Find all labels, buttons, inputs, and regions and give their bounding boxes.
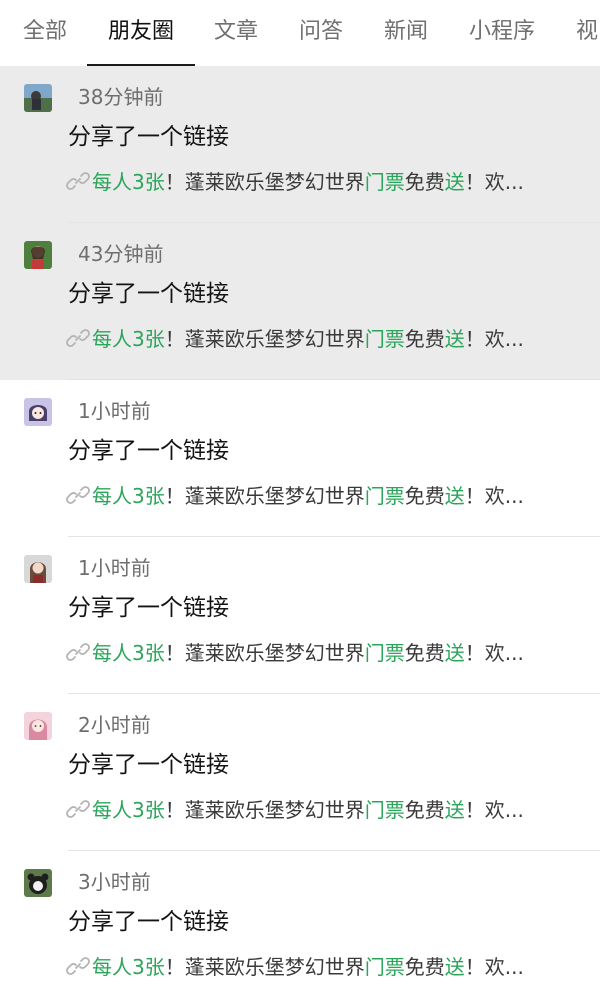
shared-link[interactable]: 每人3张！蓬莱欧乐堡梦幻世界门票免费送！欢... [66, 952, 586, 986]
shared-link[interactable]: 每人3张！蓬莱欧乐堡梦幻世界门票免费送！欢... [66, 481, 586, 515]
shared-link[interactable]: 每人3张！蓬莱欧乐堡梦幻世界门票免费送！欢... [66, 638, 586, 672]
tab-video[interactable]: 视 [576, 17, 598, 47]
shared-link[interactable]: 每人3张！蓬莱欧乐堡梦幻世界门票免费送！欢... [66, 324, 586, 358]
search-category-tabs: 全部 朋友圈 文章 问答 新闻 小程序 视 [0, 0, 600, 66]
post-title[interactable]: 分享了一个链接 [68, 905, 229, 939]
avatar[interactable] [24, 869, 52, 897]
avatar[interactable] [24, 555, 52, 583]
shared-link[interactable]: 每人3张！蓬莱欧乐堡梦幻世界门票免费送！欢... [66, 167, 586, 201]
tab-all[interactable]: 全部 [23, 17, 67, 47]
moments-feed: 38分钟前 分享了一个链接 每人3张！蓬莱欧乐堡梦幻世界门票免费送！欢... 4… [0, 66, 600, 1008]
link-icon [66, 326, 90, 358]
link-icon [66, 483, 90, 515]
feed-item[interactable]: 1小时前 分享了一个链接 每人3张！蓬莱欧乐堡梦幻世界门票免费送！欢... [0, 380, 600, 537]
avatar[interactable] [24, 84, 52, 112]
link-icon [66, 169, 90, 201]
post-time: 1小时前 [78, 556, 151, 580]
feed-item[interactable]: 1小时前 分享了一个链接 每人3张！蓬莱欧乐堡梦幻世界门票免费送！欢... [0, 537, 600, 694]
link-icon [66, 954, 90, 986]
feed-item[interactable]: 3小时前 分享了一个链接 每人3张！蓬莱欧乐堡梦幻世界门票免费送！欢... [0, 851, 600, 1008]
feed-item[interactable]: 2小时前 分享了一个链接 每人3张！蓬莱欧乐堡梦幻世界门票免费送！欢... [0, 694, 600, 851]
post-title[interactable]: 分享了一个链接 [68, 434, 229, 468]
post-time: 38分钟前 [78, 85, 164, 109]
tab-moments[interactable]: 朋友圈 [108, 17, 174, 47]
feed-item[interactable]: 43分钟前 分享了一个链接 每人3张！蓬莱欧乐堡梦幻世界门票免费送！欢... [0, 223, 600, 380]
tab-qa[interactable]: 问答 [299, 17, 343, 47]
link-icon [66, 797, 90, 829]
link-icon [66, 640, 90, 672]
avatar[interactable] [24, 241, 52, 269]
post-time: 43分钟前 [78, 242, 164, 266]
post-title[interactable]: 分享了一个链接 [68, 120, 229, 154]
feed-item[interactable]: 38分钟前 分享了一个链接 每人3张！蓬莱欧乐堡梦幻世界门票免费送！欢... [0, 66, 600, 223]
avatar[interactable] [24, 712, 52, 740]
tab-mini-programs[interactable]: 小程序 [469, 17, 535, 47]
post-title[interactable]: 分享了一个链接 [68, 591, 229, 625]
post-title[interactable]: 分享了一个链接 [68, 277, 229, 311]
avatar[interactable] [24, 398, 52, 426]
post-time: 2小时前 [78, 713, 151, 737]
post-time: 1小时前 [78, 399, 151, 423]
post-title[interactable]: 分享了一个链接 [68, 748, 229, 782]
post-time: 3小时前 [78, 870, 151, 894]
tab-articles[interactable]: 文章 [214, 17, 258, 47]
shared-link[interactable]: 每人3张！蓬莱欧乐堡梦幻世界门票免费送！欢... [66, 795, 586, 829]
tab-news[interactable]: 新闻 [384, 17, 428, 47]
